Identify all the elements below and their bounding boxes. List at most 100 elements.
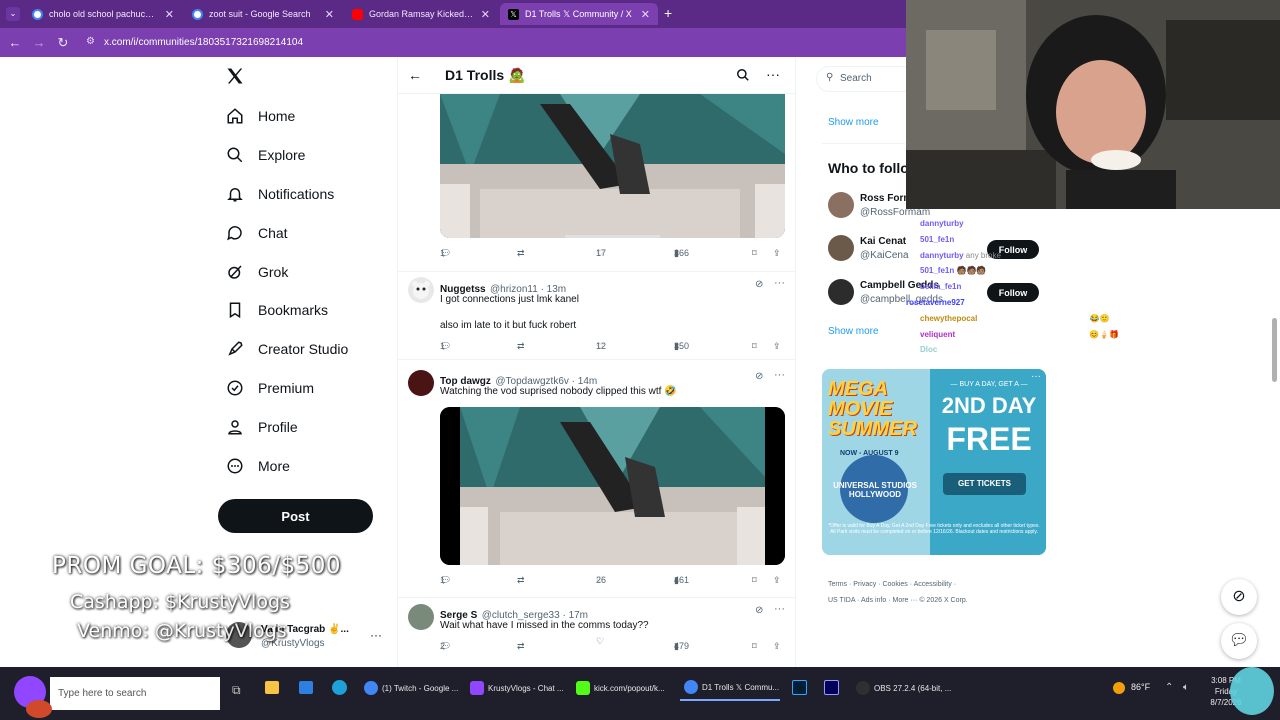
show-more-link[interactable]: Show more bbox=[828, 117, 879, 128]
views-button[interactable]: ▮ 461 bbox=[674, 575, 689, 586]
views-button[interactable]: ▮ 366 bbox=[674, 248, 689, 259]
views-button[interactable]: ▮ 479 bbox=[674, 641, 689, 652]
tweet-video[interactable] bbox=[440, 407, 785, 565]
footer-link[interactable]: US TIDA bbox=[828, 597, 855, 604]
reply-button[interactable]: 💬︎ 1 bbox=[440, 575, 451, 586]
nav-home[interactable]: Home bbox=[226, 102, 295, 130]
share-icon[interactable]: ⇪ bbox=[773, 341, 781, 352]
page-scrollbar[interactable] bbox=[1272, 318, 1277, 382]
tweet-video[interactable] bbox=[440, 94, 785, 238]
browser-tab-3[interactable]: Gordan Ramsay Kicked Me Out✕ bbox=[344, 3, 498, 25]
like-button[interactable]: ♡ 17 bbox=[596, 248, 606, 259]
nav-premium[interactable]: Premium bbox=[226, 374, 314, 402]
reply-button[interactable]: 💬︎ 2 bbox=[440, 641, 451, 652]
bookmark-icon[interactable]: ⌑ bbox=[752, 248, 757, 259]
user-avatar[interactable] bbox=[408, 277, 434, 303]
taskbar-app[interactable]: kick.com/popout/k... bbox=[572, 675, 672, 701]
bookmark-icon[interactable]: ⌑ bbox=[752, 641, 757, 652]
repost-icon[interactable]: ⇄ bbox=[517, 575, 525, 586]
search-box[interactable]: ⚲ Search bbox=[816, 66, 916, 92]
grok-icon[interactable]: ⊘ bbox=[755, 279, 763, 290]
nav-bookmarks[interactable]: Bookmarks bbox=[226, 296, 328, 324]
follow-name[interactable]: Ross Forn bbox=[860, 193, 909, 204]
promoted-ad[interactable]: MEGA MOVIE SUMMER NOW - AUGUST 9 UNIVERS… bbox=[822, 369, 1046, 555]
grok-icon[interactable]: ⊘ bbox=[755, 605, 763, 616]
follow-avatar[interactable] bbox=[828, 192, 854, 218]
reply-button[interactable]: 💬︎ 1 bbox=[440, 248, 451, 259]
show-more-link[interactable]: Show more bbox=[828, 326, 879, 337]
grok-fab-icon[interactable]: ⊘ bbox=[1221, 579, 1257, 615]
nav-grok[interactable]: Grok bbox=[226, 258, 288, 286]
premiere-icon[interactable] bbox=[824, 680, 839, 695]
views-button[interactable]: ▮ 350 bbox=[674, 341, 689, 352]
search-icon[interactable] bbox=[736, 68, 750, 82]
forward-icon[interactable]: → bbox=[27, 35, 51, 50]
taskbar-search[interactable]: Type here to search bbox=[50, 677, 220, 710]
nav-profile[interactable]: Profile bbox=[226, 413, 298, 441]
repost-icon[interactable]: ⇄ bbox=[517, 248, 525, 259]
repost-icon[interactable]: ⇄ bbox=[517, 341, 525, 352]
footer-link[interactable]: Terms bbox=[828, 581, 847, 588]
tweet-post[interactable]: Top dawgz @Topdawgztk6v · 14m ⊘ ··· Watc… bbox=[398, 360, 795, 598]
reload-icon[interactable]: ↻ bbox=[51, 35, 75, 51]
tab-close-icon[interactable]: ✕ bbox=[165, 8, 174, 21]
browser-tab-1[interactable]: cholo old school pachuco style✕ bbox=[24, 3, 182, 25]
url-field[interactable]: x.com/i/communities/1803517321698214104 bbox=[90, 33, 870, 52]
tab-close-icon[interactable]: ✕ bbox=[325, 8, 334, 21]
nav-notifications[interactable]: Notifications bbox=[226, 180, 334, 208]
user-avatar[interactable] bbox=[408, 604, 434, 630]
account-menu-icon[interactable]: ··· bbox=[370, 628, 382, 642]
taskbar-app[interactable]: (1) Twitch - Google ... bbox=[360, 675, 460, 701]
ad-more-icon[interactable]: ··· bbox=[1031, 371, 1041, 382]
follow-name[interactable]: Kai Cenat bbox=[860, 236, 906, 247]
reply-button[interactable]: 💬︎ 1 bbox=[440, 341, 451, 352]
nav-chat[interactable]: Chat bbox=[226, 219, 288, 247]
back-arrow-icon[interactable]: ← bbox=[408, 67, 422, 83]
user-avatar[interactable] bbox=[408, 370, 434, 396]
tab-close-icon[interactable]: ✕ bbox=[481, 8, 490, 21]
more-options-icon[interactable]: ··· bbox=[774, 277, 785, 289]
nav-explore[interactable]: Explore bbox=[226, 141, 305, 169]
like-button[interactable]: ♡ 26 bbox=[596, 575, 606, 586]
edge-icon[interactable] bbox=[332, 680, 347, 695]
file-explorer-icon[interactable] bbox=[265, 681, 279, 694]
volume-icon[interactable]: 🔈︎ bbox=[1183, 682, 1189, 693]
browser-tab-2[interactable]: zoot suit - Google Search ✕ bbox=[184, 3, 342, 25]
tab-list-button[interactable]: ⌄ bbox=[6, 7, 20, 21]
store-icon[interactable] bbox=[299, 681, 313, 694]
tray-chevron-icon[interactable]: ⌃ bbox=[1165, 682, 1173, 693]
tweet-post[interactable]: 💬︎ 1 ⇄ ♡ 17 ▮ 366 ⌑ ⇪ bbox=[398, 94, 795, 272]
taskbar-app[interactable]: OBS 27.2.4 (64-bit, ... bbox=[852, 675, 952, 701]
taskbar-app[interactable]: D1 Trolls 𝕏 Commu... bbox=[680, 675, 780, 701]
photoshop-icon[interactable] bbox=[792, 680, 807, 695]
weather-temp[interactable]: 86°F bbox=[1131, 682, 1150, 692]
tweet-post[interactable]: Nuggetss @hrizon11 · 13m ⊘ ··· I got con… bbox=[398, 272, 795, 360]
tweet-post[interactable]: Serge S @clutch_serge33 · 17m ⊘ ··· Wait… bbox=[398, 598, 795, 667]
task-view-icon[interactable]: ⧉ bbox=[232, 683, 241, 698]
like-button[interactable]: ♡ 12 bbox=[596, 341, 606, 352]
more-options-icon[interactable]: ··· bbox=[774, 369, 785, 381]
taskbar-app[interactable]: KrustyVlogs - Chat ... bbox=[466, 675, 566, 701]
nav-more[interactable]: More bbox=[226, 452, 290, 480]
nav-creator-studio[interactable]: Creator Studio bbox=[226, 335, 348, 363]
chat-fab-icon[interactable]: 💬︎ bbox=[1221, 623, 1257, 659]
footer-link[interactable]: Privacy bbox=[853, 581, 876, 588]
post-button[interactable]: Post bbox=[218, 499, 373, 533]
footer-link[interactable]: Ads info bbox=[861, 597, 886, 604]
search-input[interactable]: Search bbox=[840, 73, 872, 84]
footer-link[interactable]: Accessibility bbox=[914, 581, 952, 588]
footer-link[interactable]: Cookies bbox=[882, 581, 907, 588]
share-icon[interactable]: ⇪ bbox=[773, 575, 781, 586]
more-options-icon[interactable]: ··· bbox=[766, 66, 780, 82]
bookmark-icon[interactable]: ⌑ bbox=[752, 341, 757, 352]
browser-tab-4[interactable]: 𝕏 D1 Trolls 𝕏 Community / X ✕ bbox=[500, 3, 658, 25]
share-icon[interactable]: ⇪ bbox=[773, 641, 781, 652]
share-icon[interactable]: ⇪ bbox=[773, 248, 781, 259]
x-logo[interactable] bbox=[225, 66, 245, 91]
footer-link[interactable]: More ··· bbox=[892, 597, 917, 604]
new-tab-button[interactable]: + bbox=[664, 5, 672, 21]
bookmark-icon[interactable]: ⌑ bbox=[752, 575, 757, 586]
back-icon[interactable]: ← bbox=[3, 35, 27, 50]
repost-icon[interactable]: ⇄ bbox=[517, 641, 525, 652]
tab-close-icon[interactable]: ✕ bbox=[641, 8, 650, 21]
